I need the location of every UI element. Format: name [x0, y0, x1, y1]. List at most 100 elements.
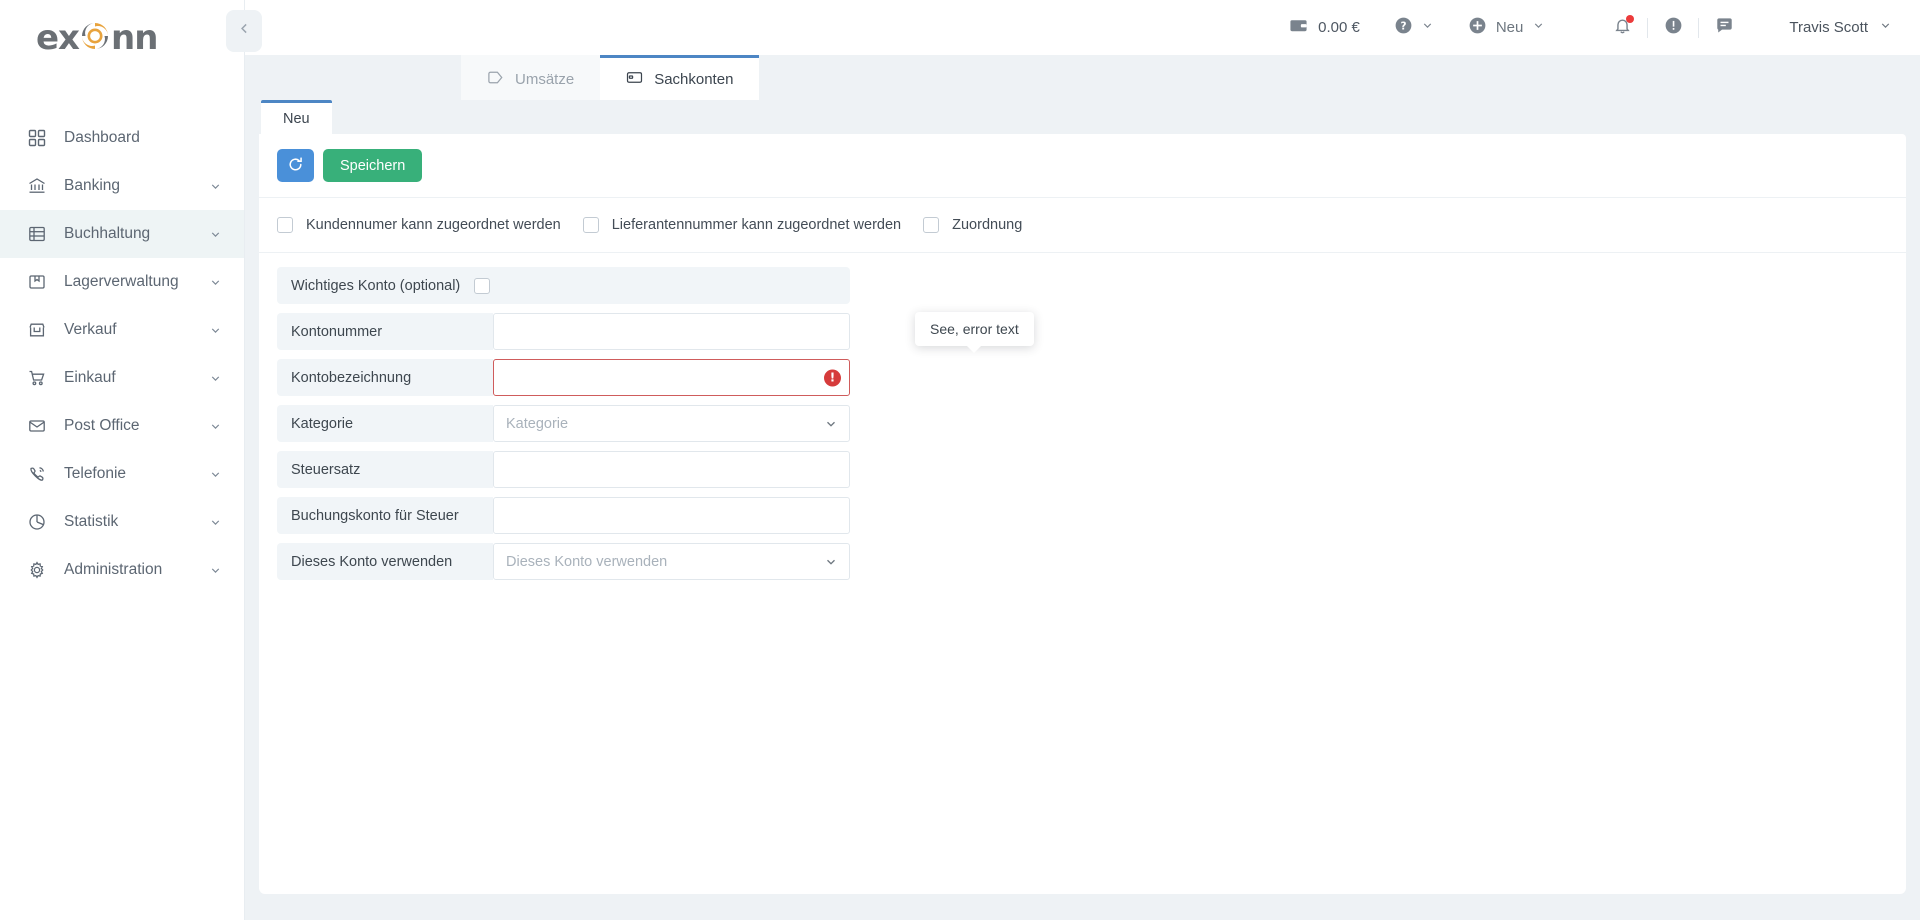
envelope-icon	[26, 415, 48, 437]
new-menu-button[interactable]: Neu	[1468, 16, 1546, 39]
form-label: Kontonummer	[277, 313, 493, 350]
logo-text-left: ex	[36, 18, 80, 58]
exclamation-circle-filled-icon[interactable]: !	[824, 369, 841, 386]
checkbox-zuordnung[interactable]: Zuordnung	[923, 217, 1022, 233]
grid-icon	[26, 127, 48, 149]
checkbox-label: Lieferantennummer kann zugeordnet werden	[611, 217, 902, 233]
svg-text:?: ?	[1400, 20, 1406, 32]
sidebar-item-verkauf[interactable]: Verkauf	[0, 306, 244, 354]
logo-area: ex nn	[0, 0, 244, 76]
checkbox-label: Zuordnung	[952, 217, 1023, 233]
sidebar-item-label: Banking	[64, 177, 121, 194]
form-control: Kategorie	[493, 405, 850, 442]
steuersatz-input[interactable]	[493, 451, 850, 488]
chevron-down-icon	[824, 555, 838, 569]
chevron-down-icon	[209, 468, 222, 481]
pie-chart-icon	[26, 511, 48, 533]
checkbox-kundennummer[interactable]: Kundennumer kann zugeordnet werden	[277, 217, 561, 233]
form-label-text: Wichtiges Konto (optional)	[291, 277, 461, 294]
chevron-left-icon	[238, 22, 251, 40]
sidebar: ex nn Dashboard Banking Buchhaltung Lage…	[0, 0, 262, 920]
checkbox-wichtiges-konto[interactable]	[474, 277, 491, 294]
help-menu[interactable]: ?	[1394, 16, 1434, 40]
form-control	[493, 313, 850, 350]
new-menu-label: Neu	[1495, 19, 1524, 36]
form-row-steuersatz: Steuersatz	[277, 451, 850, 488]
checkbox-box[interactable]	[277, 217, 293, 233]
form-control: Dieses Konto verwenden	[493, 543, 850, 580]
checkbox-label: Kundennumer kann zugeordnet werden	[306, 217, 561, 233]
chevron-down-icon	[209, 372, 222, 385]
sidebar-item-label: Verkauf	[64, 321, 117, 338]
form-row-dieses-konto-verwenden: Dieses Konto verwenden Dieses Konto verw…	[277, 543, 850, 580]
form-row-kategorie: Kategorie Kategorie	[277, 405, 850, 442]
sidebar-item-label: Buchhaltung	[64, 225, 151, 242]
wallet-icon	[1289, 16, 1308, 39]
chevron-down-icon	[824, 417, 838, 431]
form-control	[493, 451, 850, 488]
kategorie-select[interactable]: Kategorie	[493, 405, 850, 442]
sidebar-item-telefonie[interactable]: Telefonie	[0, 450, 244, 498]
dieses-konto-verwenden-select[interactable]: Dieses Konto verwenden	[493, 543, 850, 580]
form-label: Buchungskonto für Steuer	[277, 497, 493, 534]
app-logo[interactable]: ex nn	[36, 18, 158, 59]
user-name-label: Travis Scott	[1789, 19, 1868, 36]
subtab-neu[interactable]: Neu	[261, 100, 332, 134]
sidebar-item-post-office[interactable]: Post Office	[0, 402, 244, 450]
chevron-down-icon	[209, 228, 222, 241]
form-control: ! See, error text	[493, 312, 1034, 396]
notification-badge	[1626, 14, 1635, 23]
tab-sachkonten[interactable]: Sachkonten	[600, 55, 760, 100]
checkbox-box[interactable]	[923, 217, 940, 233]
sidebar-item-dashboard[interactable]: Dashboard	[0, 114, 244, 162]
sidebar-item-statistik[interactable]: Statistik	[0, 498, 244, 546]
chevron-down-icon	[209, 324, 222, 337]
main-tabbar: Umsätze Sachkonten	[245, 55, 1920, 100]
page-body: Neu Speichern Kundennumer kann zugeordne…	[245, 100, 1920, 920]
sidebar-item-administration[interactable]: Administration	[0, 546, 244, 594]
kontobezeichnung-input[interactable]	[493, 359, 850, 396]
sidebar-item-label: Post Office	[64, 417, 140, 434]
user-menu[interactable]: Travis Scott	[1789, 19, 1892, 36]
save-button[interactable]: Speichern	[323, 149, 423, 182]
sidebar-item-label: Telefonie	[64, 465, 127, 482]
tab-umsaetze[interactable]: Umsätze	[461, 55, 601, 100]
chevron-down-icon	[209, 564, 222, 577]
form-row-wichtiges-konto: Wichtiges Konto (optional)	[277, 267, 850, 304]
error-tooltip: See, error text	[915, 312, 1034, 353]
kontonummer-input[interactable]	[493, 313, 850, 350]
wallet-balance[interactable]: 0.00 €	[1289, 16, 1360, 39]
sub-tabbar: Neu	[259, 100, 1906, 134]
sidebar-item-lagerverwaltung[interactable]: Lagerverwaltung	[0, 258, 244, 306]
chevron-down-icon	[209, 276, 222, 289]
refresh-button[interactable]	[277, 149, 314, 182]
form-row-kontobezeichnung: Kontobezeichnung ! See, error text	[277, 312, 1034, 396]
form-control	[493, 497, 850, 534]
sidebar-nav: Dashboard Banking Buchhaltung Lagerverwa…	[0, 114, 244, 594]
messages-button[interactable]	[1707, 11, 1741, 45]
sidebar-item-banking[interactable]: Banking	[0, 162, 244, 210]
phone-icon	[26, 463, 48, 485]
form-label: Dieses Konto verwenden	[277, 543, 493, 580]
checkbox-lieferantennummer[interactable]: Lieferantennummer kann zugeordnet werden	[582, 217, 902, 233]
sidebar-item-buchhaltung[interactable]: Buchhaltung	[0, 210, 244, 258]
assignment-options-row: Kundennumer kann zugeordnet werden Liefe…	[259, 198, 1906, 253]
checkbox-box[interactable]	[582, 217, 599, 233]
form-label: Steuersatz	[277, 451, 493, 488]
chevron-down-icon	[1532, 19, 1545, 36]
sidebar-item-einkauf[interactable]: Einkauf	[0, 354, 244, 402]
buchungskonto-input[interactable]	[493, 497, 850, 534]
form-row-kontonummer: Kontonummer	[277, 313, 850, 350]
sidebar-collapse-button[interactable]	[226, 10, 262, 52]
chevron-down-icon	[209, 516, 222, 529]
topbar: 0.00 € ? Neu Travis Scott	[245, 0, 1920, 55]
notifications-button[interactable]	[1605, 11, 1639, 45]
alerts-button[interactable]	[1656, 11, 1690, 45]
tab-label: Umsätze	[515, 70, 575, 88]
bank-icon	[26, 175, 48, 197]
box-icon	[26, 271, 48, 293]
cart-icon	[26, 367, 48, 389]
form-toolbar: Speichern	[259, 134, 1906, 198]
form-row-buchungskonto: Buchungskonto für Steuer	[277, 497, 850, 534]
ledger-icon	[26, 223, 48, 245]
